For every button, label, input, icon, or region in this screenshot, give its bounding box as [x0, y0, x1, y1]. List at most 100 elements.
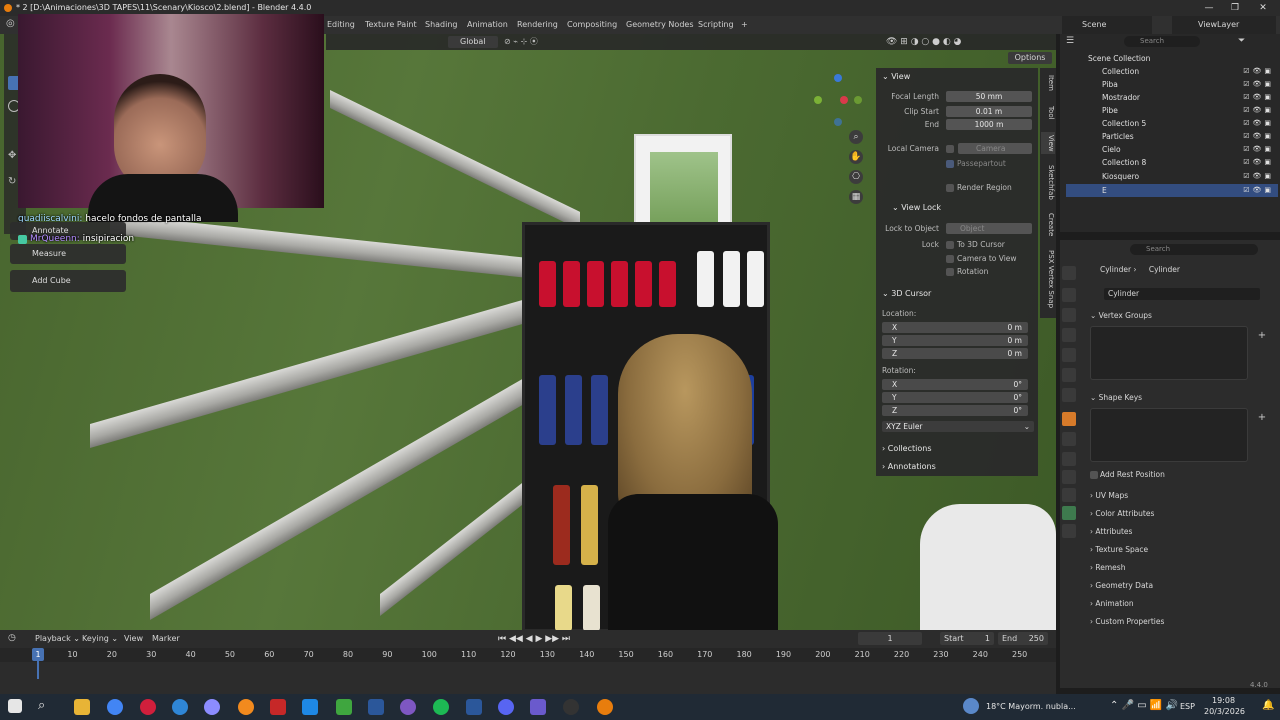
uv-maps-panel-header[interactable]: › UV Maps [1090, 489, 1270, 503]
scene-selector[interactable]: Scene [1062, 16, 1152, 34]
camera-to-view-checkbox[interactable] [946, 255, 954, 263]
clock-date[interactable]: 20/3/2026 [1204, 707, 1245, 716]
render-region-checkbox[interactable] [946, 184, 954, 192]
spotify-icon[interactable] [433, 699, 449, 715]
constraints-props-tab-icon[interactable] [1062, 488, 1076, 502]
focal-length-field[interactable]: 50 mm [946, 91, 1032, 102]
playback-menu[interactable]: Playback ⌄ [35, 633, 80, 645]
particles-props-tab-icon[interactable] [1062, 452, 1076, 466]
word-icon[interactable] [466, 699, 482, 715]
mesh-name-field[interactable]: Cylinder [1104, 288, 1260, 300]
add-workspace-button[interactable]: + [736, 16, 753, 34]
app-icon[interactable] [302, 699, 318, 715]
cursor-rotation-y[interactable]: Y 0° [882, 392, 1028, 403]
view-section-header[interactable]: ⌄ View [882, 70, 910, 84]
tab-create[interactable]: Create [1041, 210, 1055, 240]
outliner-scene-collection[interactable]: Scene Collection [1066, 52, 1278, 65]
rotation-mode-dropdown[interactable]: XYZ Euler ⌄ [882, 421, 1034, 432]
visibility-icons[interactable]: ☑👁▣ [1243, 143, 1274, 156]
visibility-icons[interactable]: ☑👁▣ [1243, 156, 1274, 169]
tab-shading[interactable]: Shading [420, 16, 463, 34]
outliner-row-selected[interactable]: E ☑👁▣ [1066, 184, 1278, 197]
chrome-icon[interactable] [107, 699, 123, 715]
marker-menu[interactable]: Marker [152, 633, 180, 645]
close-button[interactable]: ✕ [1250, 0, 1276, 16]
material-props-tab-icon[interactable] [1062, 524, 1076, 538]
app-icon[interactable] [270, 699, 286, 715]
maximize-button[interactable]: ❐ [1222, 0, 1248, 16]
shape-keys-list[interactable] [1090, 408, 1248, 462]
tab-rendering[interactable]: Rendering [512, 16, 563, 34]
outliner-row[interactable]: Collection 5 ☑👁▣ [1066, 117, 1278, 130]
add-cube-tool[interactable]: Add Cube [10, 270, 126, 292]
file-explorer-icon[interactable] [74, 699, 90, 715]
view-lock-section-header[interactable]: ⌄ View Lock [892, 201, 941, 215]
tab-animation[interactable]: Animation [462, 16, 513, 34]
outliner-search-input[interactable]: Search [1124, 36, 1200, 47]
tab-compositing[interactable]: Compositing [562, 16, 622, 34]
edge-icon[interactable] [172, 699, 188, 715]
add-icon[interactable]: + [1256, 330, 1268, 342]
start-frame-field[interactable]: Start 1 [940, 632, 994, 645]
animation-panel-header[interactable]: › Animation [1090, 597, 1270, 611]
tab-texture-paint[interactable]: Texture Paint [360, 16, 422, 34]
visibility-icons[interactable]: ☑👁▣ [1243, 130, 1274, 143]
custom-properties-panel-header[interactable]: › Custom Properties [1090, 615, 1270, 629]
visibility-icons[interactable]: ☑👁▣ [1243, 91, 1274, 104]
modifier-props-tab-icon[interactable] [1062, 432, 1076, 446]
outliner-row[interactable]: Piba ☑👁▣ [1066, 78, 1278, 91]
end-frame-field[interactable]: End 250 [998, 632, 1048, 645]
world-props-tab-icon[interactable] [1062, 368, 1076, 382]
view-layer-props-tab-icon[interactable] [1062, 328, 1076, 342]
gizmo-z-axis[interactable] [834, 74, 842, 82]
windows-start-icon[interactable] [8, 699, 22, 713]
scene-props-tab-icon[interactable] [1062, 348, 1076, 362]
outliner-row[interactable]: Mostrador ☑👁▣ [1066, 91, 1278, 104]
filter-icon[interactable]: ⏷ [1238, 36, 1250, 48]
passepartout-checkbox[interactable] [946, 160, 954, 168]
cursor-rotation-x[interactable]: X 0° [882, 379, 1028, 390]
visibility-icons[interactable]: ☑👁▣ [1243, 104, 1274, 117]
app-icon[interactable] [530, 699, 546, 715]
3d-cursor-section-header[interactable]: ⌄ 3D Cursor [882, 287, 931, 301]
object-field[interactable]: Object [946, 223, 1032, 234]
outliner-editor-icon[interactable]: ☰ [1066, 36, 1078, 48]
geometry-data-panel-header[interactable]: › Geometry Data [1090, 579, 1270, 593]
visibility-icons[interactable]: ☑👁▣ [1243, 117, 1274, 130]
tab-sketchfab[interactable]: Sketchfab [1041, 162, 1055, 202]
vertex-groups-panel-header[interactable]: ⌄ Vertex Groups [1090, 309, 1270, 323]
discord-icon[interactable] [498, 699, 514, 715]
viewport-shading-controls[interactable]: 👁 ⊞ ◑ ○ ● ◐ ◕ [886, 36, 1054, 48]
current-frame-field[interactable]: 1 [858, 632, 922, 645]
gizmo-z-neg-axis[interactable] [834, 118, 842, 126]
orientation-dropdown[interactable]: Global [448, 36, 498, 48]
remesh-panel-header[interactable]: › Remesh [1090, 561, 1270, 575]
app-icon[interactable] [204, 699, 220, 715]
mesh-data-props-tab-icon[interactable] [1062, 506, 1076, 520]
outliner-row[interactable]: Collection 8 ☑👁▣ [1066, 156, 1278, 169]
tab-editing[interactable]: Editing [322, 16, 360, 34]
object-props-tab-icon[interactable] [1062, 412, 1076, 426]
view-layer-selector[interactable]: ViewLayer [1172, 16, 1276, 34]
gizmo-y-axis[interactable] [814, 96, 822, 104]
timeline-editor-icon[interactable]: ◷ [8, 633, 22, 645]
clock-time[interactable]: 19:08 [1212, 696, 1235, 705]
annotations-section-header[interactable]: › Annotations [882, 460, 936, 474]
perspective-grid-icon[interactable]: ▦ [849, 190, 863, 204]
cursor-location-z[interactable]: Z 0 m [882, 348, 1028, 359]
app-icon[interactable] [368, 699, 384, 715]
visibility-icons[interactable]: ☑👁▣ [1243, 65, 1274, 78]
playhead[interactable]: 1 [32, 648, 44, 661]
physics-props-tab-icon[interactable] [1062, 470, 1076, 484]
measure-tool[interactable]: Measure [10, 244, 126, 264]
shape-keys-panel-header[interactable]: ⌄ Shape Keys [1090, 391, 1270, 405]
zoom-icon[interactable]: ⌕ [849, 130, 863, 144]
outliner-row[interactable]: Pibe ☑👁▣ [1066, 104, 1278, 117]
search-icon[interactable]: ⌕ [38, 698, 45, 713]
clip-end-field[interactable]: 1000 m [946, 119, 1032, 130]
visibility-icons[interactable]: ☑👁▣ [1243, 184, 1274, 197]
render-props-tab-icon[interactable] [1062, 288, 1076, 302]
cursor-rotation-z[interactable]: Z 0° [882, 405, 1028, 416]
tab-geometry-nodes[interactable]: Geometry Nodes [621, 16, 698, 34]
camera-view-icon[interactable]: ⎔ [849, 170, 863, 184]
